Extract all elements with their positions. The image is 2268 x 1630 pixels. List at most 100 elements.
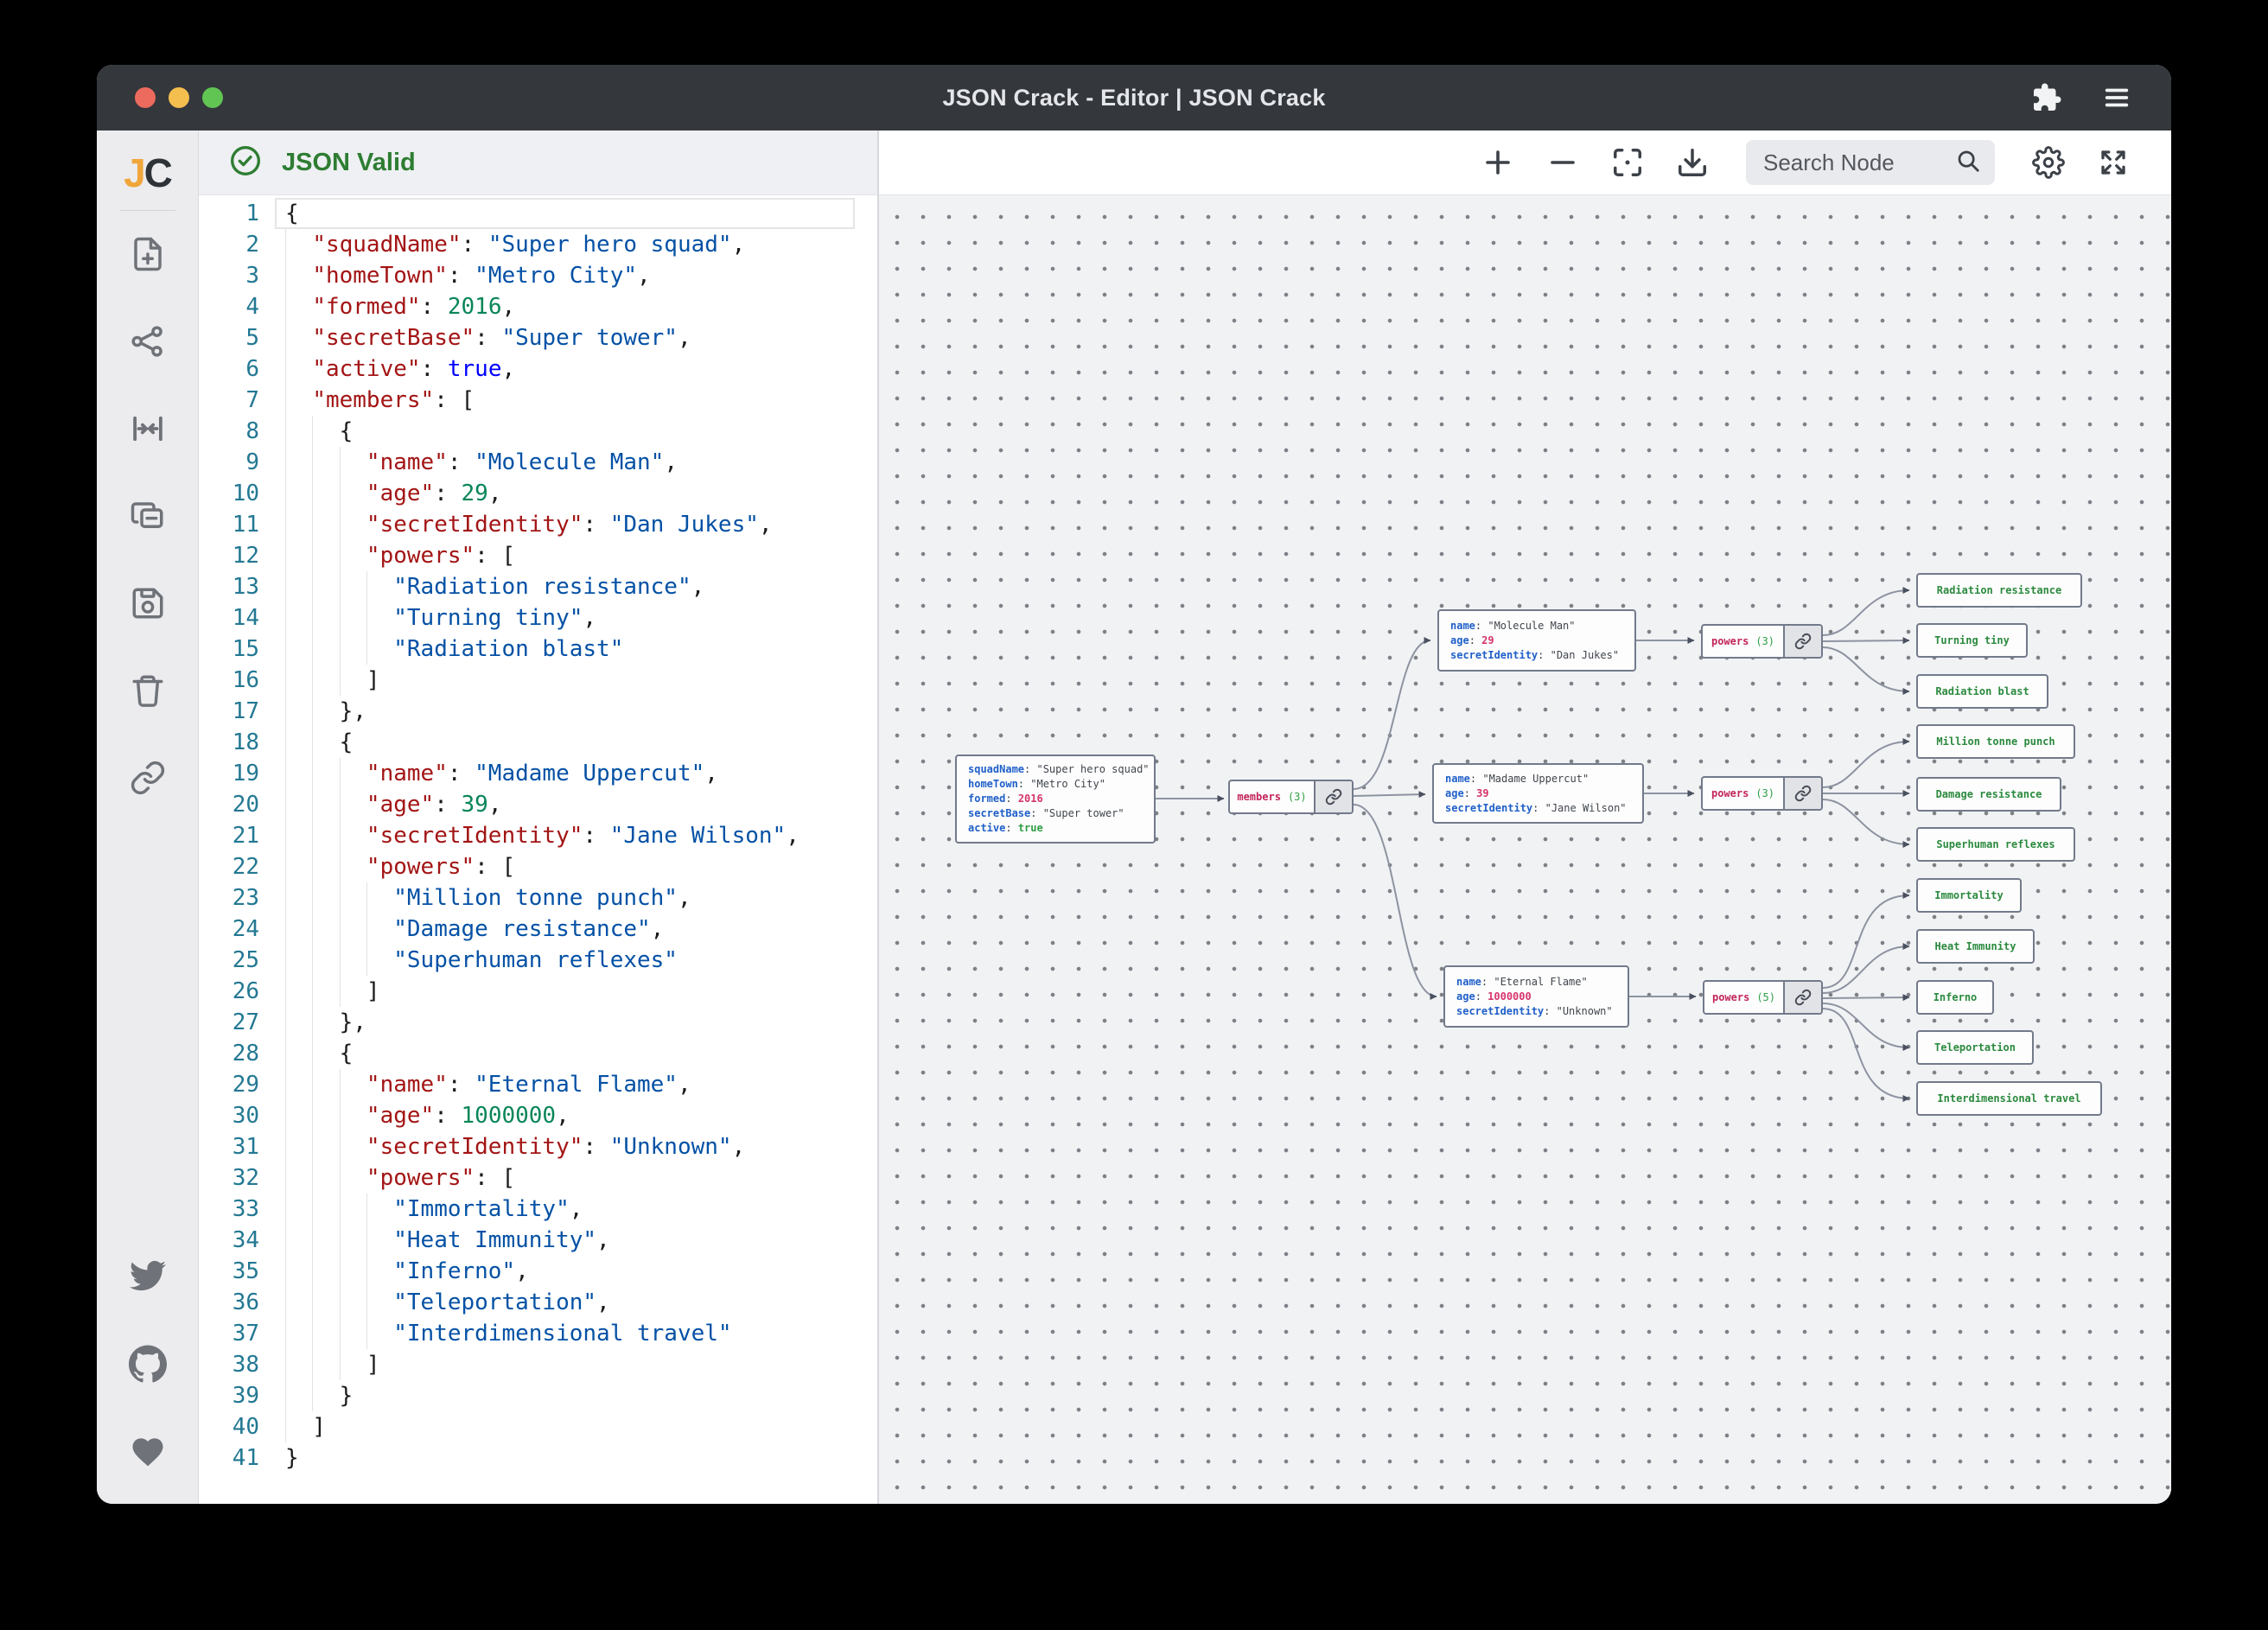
line-number: 33 [199,1194,259,1225]
code-line: 8 { [199,416,877,447]
zoom-out-icon[interactable] [1546,146,1579,179]
code-line-text: "name": "Molecule Man", [275,447,855,478]
graph-node-leaf5[interactable]: Damage resistance [1916,777,2061,812]
graph-node-leaf1[interactable]: Radiation resistance [1916,573,2082,608]
node-row: active: true [968,821,1143,836]
graph-node-member1[interactable]: name: "Molecule Man"age: 29secretIdentit… [1437,609,1636,672]
valid-check-icon [228,143,263,182]
graph-node-leaf4[interactable]: Million tonne punch [1916,724,2075,759]
node-row: squadName: "Super hero squad" [968,762,1143,777]
code-line-text: "age": 29, [275,478,855,509]
code-line: 36 "Teleportation", [199,1287,877,1318]
line-number: 15 [199,634,259,665]
line-number: 20 [199,789,259,820]
graph-node-members[interactable]: members(3) [1228,780,1354,814]
graph-node-powers2[interactable]: powers(3) [1701,776,1823,811]
line-number: 16 [199,665,259,696]
code-line-text: "Turning tiny", [275,602,855,634]
center-view-icon[interactable] [129,410,167,448]
line-number: 25 [199,945,259,976]
line-number: 4 [199,291,259,322]
graph-node-leaf7[interactable]: Immortality [1916,878,2022,913]
code-line-text: "age": 1000000, [275,1100,855,1131]
line-number: 19 [199,758,259,789]
graph-canvas[interactable]: squadName: "Super hero squad"homeTown: "… [879,195,2171,1504]
array-node-label: powers(3) [1703,626,1783,657]
json-code-editor[interactable]: 1{2 "squadName": "Super hero squad",3 "h… [199,195,877,1504]
search-node-input[interactable]: Search Node [1746,140,1995,185]
code-line: 6 "active": true, [199,353,877,385]
graph-node-member2[interactable]: name: "Madame Uppercut"age: 39secretIden… [1432,763,1644,824]
graph-node-leaf3[interactable]: Radiation blast [1916,674,2048,709]
code-line-text: "Immortality", [275,1194,855,1225]
line-number: 41 [199,1442,259,1474]
code-line-text: "formed": 2016, [275,291,855,322]
github-icon[interactable] [129,1345,167,1383]
jsoncrack-logo[interactable]: JC [124,150,171,196]
code-line: 24 "Damage resistance", [199,914,877,945]
graph-node-root[interactable]: squadName: "Super hero squad"homeTown: "… [955,755,1156,844]
graph-node-member3[interactable]: name: "Eternal Flame"age: 1000000secretI… [1443,965,1629,1028]
copy-icon[interactable] [129,497,167,535]
code-line: 33 "Immortality", [199,1194,877,1225]
code-line: 38 ] [199,1349,877,1380]
window-title: JSON Crack - Editor | JSON Crack [97,85,2171,111]
code-line-text: "homeTown": "Metro City", [275,260,855,291]
line-number: 13 [199,571,259,602]
zoom-in-icon[interactable] [1481,146,1514,179]
save-icon[interactable] [129,584,167,622]
line-number: 10 [199,478,259,509]
graph-node-powers1[interactable]: powers(3) [1701,624,1823,659]
code-line: 4 "formed": 2016, [199,291,877,322]
expand-link-icon[interactable] [1314,781,1352,812]
code-line-text: "name": "Eternal Flame", [275,1069,855,1100]
graph-node-leaf10[interactable]: Teleportation [1916,1030,2034,1065]
sponsor-heart-icon[interactable] [129,1433,167,1471]
code-line-text: }, [275,1007,855,1038]
line-number: 3 [199,260,259,291]
graph-node-leaf2[interactable]: Turning tiny [1916,623,2028,658]
expand-link-icon[interactable] [1783,626,1821,657]
graph-node-leaf8[interactable]: Heat Immunity [1916,929,2035,964]
new-file-icon[interactable] [129,235,167,273]
line-number: 17 [199,696,259,727]
expand-link-icon[interactable] [1783,982,1821,1013]
code-line: 17 }, [199,696,877,727]
node-row: name: "Eternal Flame" [1456,975,1616,990]
line-number: 7 [199,385,259,416]
code-line-text: "Teleportation", [275,1287,855,1318]
left-sidebar: JC [97,131,199,1504]
array-node-label: members(3) [1230,781,1314,812]
twitter-icon[interactable] [129,1257,167,1295]
line-number: 12 [199,540,259,571]
graph-node-leaf9[interactable]: Inferno [1916,980,1994,1015]
delete-icon[interactable] [129,672,167,710]
line-number: 9 [199,447,259,478]
node-row: name: "Molecule Man" [1450,619,1623,634]
code-line-text: "members": [ [275,385,855,416]
node-row: name: "Madame Uppercut" [1445,772,1631,786]
settings-gear-icon[interactable] [2032,146,2065,179]
code-line-text: "age": 39, [275,789,855,820]
code-line: 41} [199,1442,877,1474]
graph-node-powers3[interactable]: powers(5) [1703,980,1823,1015]
graph-share-icon[interactable] [129,322,167,360]
node-row: secretIdentity: "Jane Wilson" [1445,801,1631,816]
code-line-text: "Million tonne punch", [275,882,855,914]
share-link-icon[interactable] [129,759,167,797]
download-image-icon[interactable] [1676,146,1709,179]
code-line: 9 "name": "Molecule Man", [199,447,877,478]
expand-link-icon[interactable] [1783,778,1821,809]
graph-node-leaf11[interactable]: Interdimensional travel [1916,1081,2102,1116]
node-row: age: 29 [1450,634,1623,648]
browser-menu-icon[interactable] [2102,83,2131,112]
fullscreen-icon[interactable] [2097,146,2130,179]
focus-view-icon[interactable] [1611,146,1644,179]
code-line-text: ] [275,1411,855,1442]
graph-node-leaf6[interactable]: Superhuman reflexes [1916,827,2075,862]
search-icon[interactable] [1955,148,1981,178]
code-line: 23 "Million tonne punch", [199,882,877,914]
extension-puzzle-icon[interactable] [2031,82,2062,113]
line-number: 11 [199,509,259,540]
code-line-text: ] [275,1349,855,1380]
